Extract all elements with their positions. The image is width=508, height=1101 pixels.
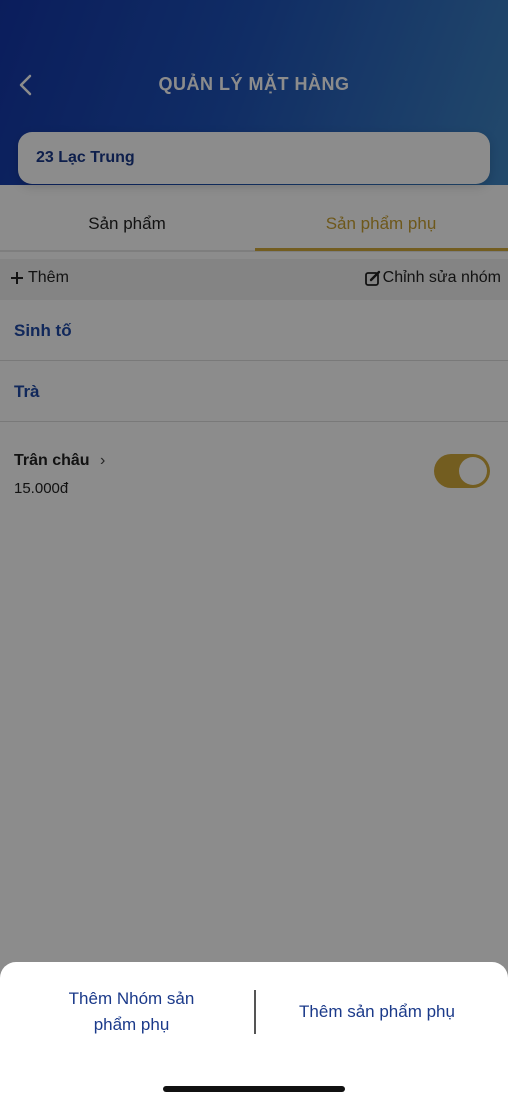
home-indicator xyxy=(163,1086,345,1092)
add-side-product-group-button[interactable]: Thêm Nhóm sản phẩm phụ xyxy=(50,962,213,1062)
modal-overlay[interactable] xyxy=(0,0,508,1101)
add-side-product-button[interactable]: Thêm sản phẩm phụ xyxy=(262,962,492,1062)
divider xyxy=(254,990,256,1034)
bottom-sheet: Thêm Nhóm sản phẩm phụ Thêm sản phẩm phụ xyxy=(0,962,508,1101)
